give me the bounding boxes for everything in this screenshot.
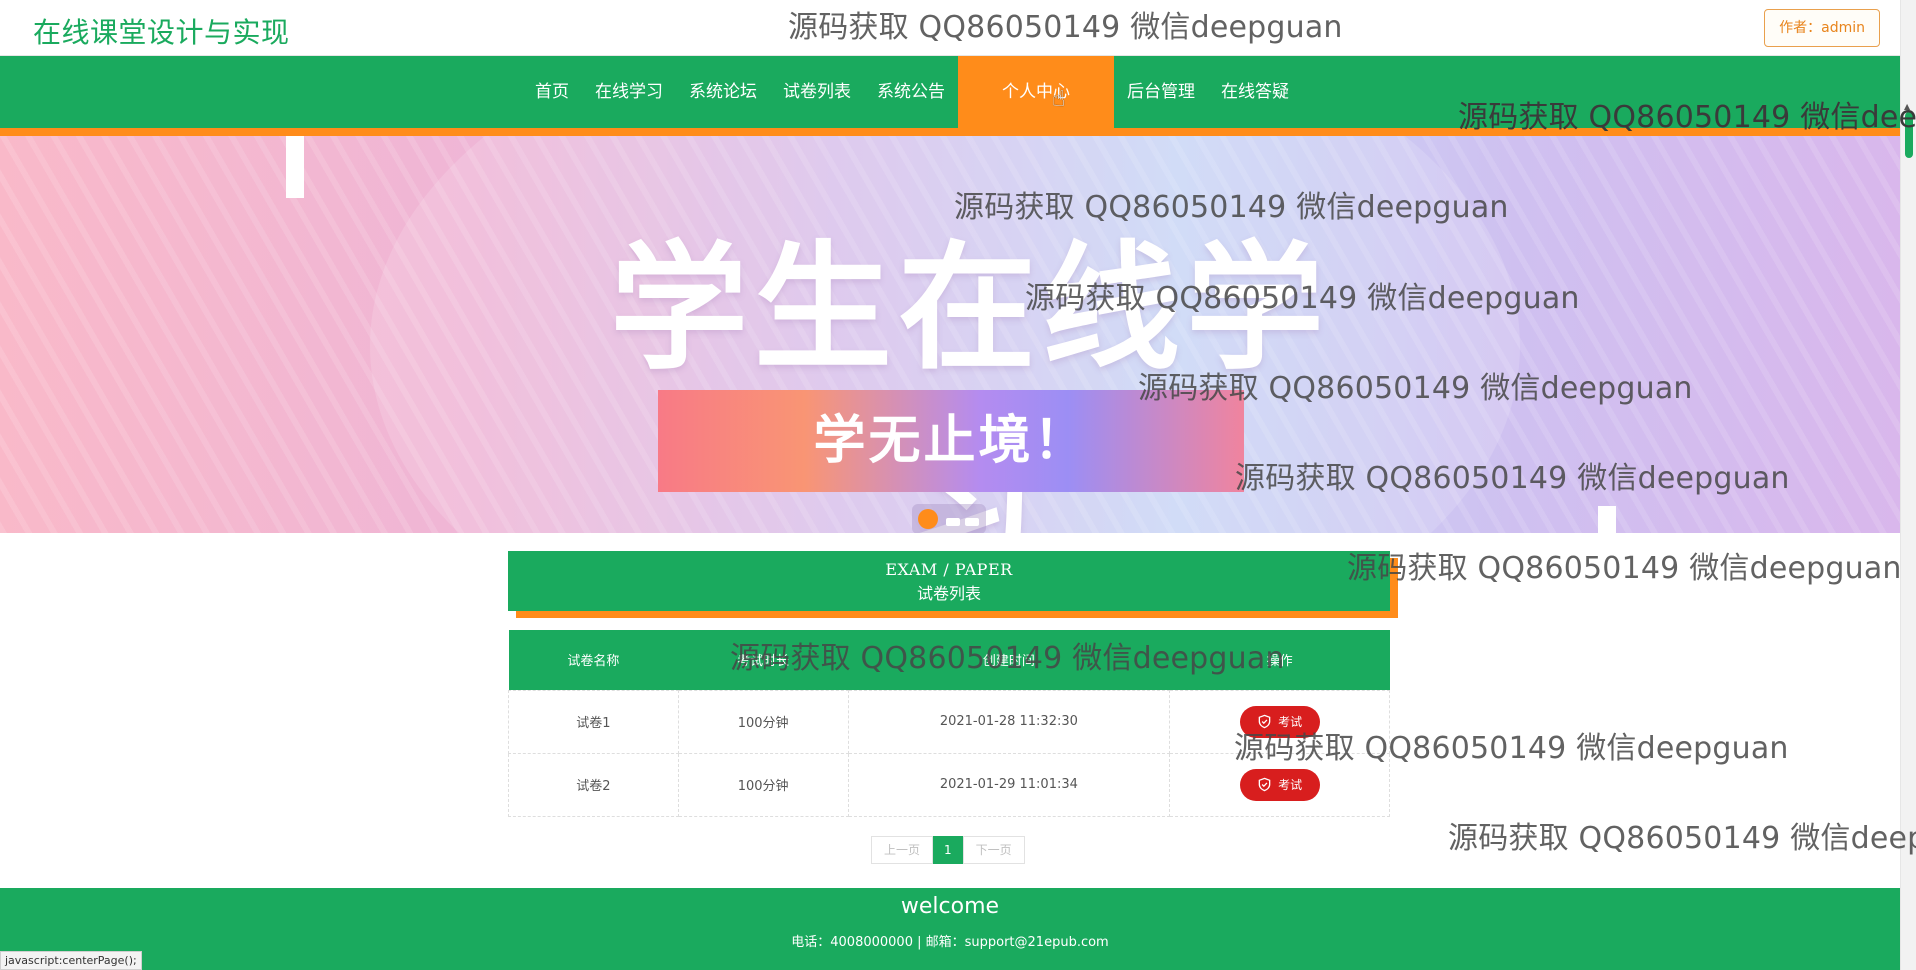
section-header: EXAM / PAPER 试卷列表	[508, 551, 1390, 611]
scrollbar-thumb[interactable]	[1905, 112, 1913, 158]
watermark-text: 源码获取 QQ86050149 微信deepguan	[1347, 551, 1902, 586]
exam-duration-cell: 100分钟	[677, 752, 849, 817]
page-number-current[interactable]: 1	[933, 836, 963, 864]
prev-page-button[interactable]: 上一页	[871, 836, 934, 864]
hero-banner[interactable]: 学生在线学习 学无止境！	[0, 136, 1900, 533]
top-header: 在线课堂设计与实现 作者：admin	[0, 0, 1900, 56]
exam-name-cell: 试卷2	[508, 752, 679, 817]
section-title-cn: 试卷列表	[916, 584, 981, 603]
banner-decoration-bar	[1598, 506, 1616, 533]
nav-item-online-learning[interactable]: 在线学习	[582, 56, 676, 128]
carousel-dot-active[interactable]	[918, 509, 938, 529]
table-row: 试卷2 100分钟 2021-01-29 11:01:34 考试	[508, 752, 1390, 817]
table-row: 试卷1 100分钟 2021-01-28 11:32:30 考试	[508, 689, 1390, 754]
column-header-duration: 考试时长	[737, 654, 790, 670]
nav-item-home[interactable]: 首页	[522, 56, 582, 128]
site-title[interactable]: 在线课堂设计与实现	[33, 11, 290, 51]
scroll-up-arrow-icon[interactable]: ▲	[1904, 102, 1910, 111]
section-title-en: EXAM / PAPER	[885, 560, 1013, 579]
main-nav: 首页 在线学习 系统论坛 试卷列表 系统公告 个人中心 后台管理 在线答疑	[0, 56, 1900, 128]
take-exam-label: 考试	[1278, 778, 1303, 792]
carousel-dot[interactable]	[965, 518, 979, 526]
carousel-indicators	[912, 504, 986, 533]
nav-item-personal-center[interactable]: 个人中心	[958, 56, 1114, 128]
take-exam-button[interactable]: 考试	[1239, 705, 1320, 738]
column-header-name: 试卷名称	[567, 654, 620, 670]
nav-item-announcements[interactable]: 系统公告	[864, 56, 958, 128]
nav-item-forum[interactable]: 系统论坛	[676, 56, 770, 128]
exam-action-cell: 考试	[1169, 689, 1390, 754]
table-header-row: 试卷名称 考试时长 创建时间 操作	[508, 630, 1390, 690]
nav-item-exam-list[interactable]: 试卷列表	[770, 56, 864, 128]
footer-contact: 电话：4008000000 | 邮箱：support@21epub.com	[791, 935, 1109, 950]
browser-status-bar: javascript:centerPage();	[0, 951, 142, 970]
column-header-created: 创建时间	[982, 654, 1035, 670]
column-header-action: 操作	[1266, 654, 1293, 670]
nav-item-qa[interactable]: 在线答疑	[1208, 56, 1302, 128]
shield-check-icon	[1258, 714, 1271, 729]
page-scrollbar[interactable]: ▲	[1900, 0, 1916, 970]
nav-item-admin[interactable]: 后台管理	[1114, 56, 1208, 128]
take-exam-label: 考试	[1278, 715, 1303, 729]
banner-decoration-bar	[286, 136, 304, 198]
carousel-dot[interactable]	[946, 518, 960, 526]
nav-items: 首页 在线学习 系统论坛 试卷列表 系统公告 个人中心 后台管理 在线答疑	[522, 56, 1302, 128]
banner-ribbon: 学无止境！	[658, 390, 1244, 492]
footer-title: welcome	[900, 894, 1000, 919]
take-exam-button[interactable]: 考试	[1239, 768, 1320, 801]
exam-created-cell: 2021-01-29 11:01:34	[847, 752, 1171, 817]
next-page-button[interactable]: 下一页	[962, 836, 1025, 864]
pagination: 上一页 1 下一页	[871, 836, 1025, 864]
hand-cursor-icon: ☝	[1052, 87, 1066, 112]
footer: welcome 电话：4008000000 | 邮箱：support@21epu…	[0, 888, 1900, 970]
watermark-text: 源码获取 QQ86050149 微信deepguan	[1448, 821, 1916, 856]
shield-check-icon	[1258, 777, 1271, 792]
exam-duration-cell: 100分钟	[677, 689, 849, 754]
exam-table: 试卷名称 考试时长 创建时间 操作 试卷1 100分钟 2021-01-28 1…	[508, 630, 1390, 817]
author-button[interactable]: 作者：admin	[1764, 9, 1880, 47]
exam-created-cell: 2021-01-28 11:32:30	[847, 689, 1171, 754]
exam-action-cell: 考试	[1169, 752, 1390, 817]
nav-accent-stripe	[0, 128, 1900, 136]
exam-name-cell: 试卷1	[508, 689, 679, 754]
